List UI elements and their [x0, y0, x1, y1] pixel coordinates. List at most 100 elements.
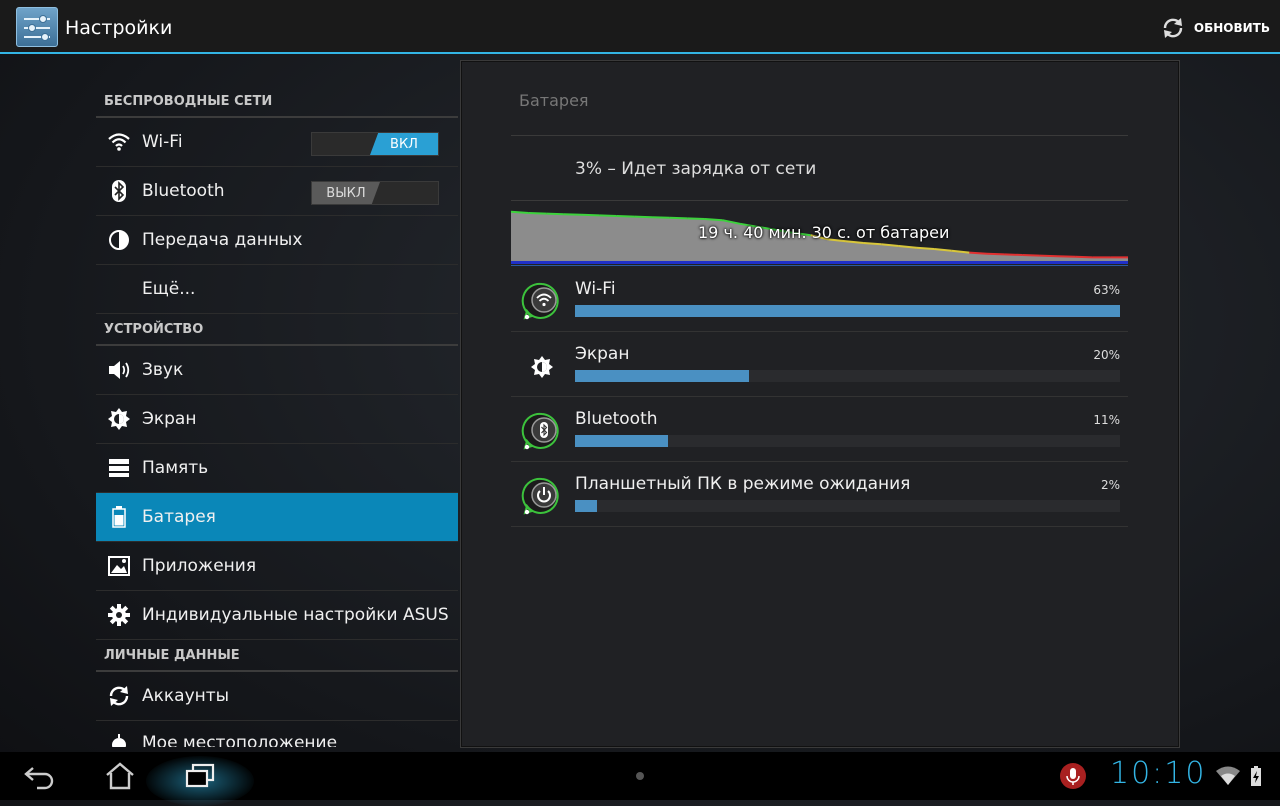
usage-bar-track — [575, 305, 1120, 317]
home-button[interactable] — [100, 752, 140, 800]
usage-name: Экран — [575, 344, 630, 364]
sidebar-item-more[interactable]: Ещё... — [96, 265, 458, 314]
sidebar-item-label: Bluetooth — [142, 181, 225, 201]
bluetooth-icon — [521, 412, 559, 450]
battery-graph-segment — [511, 210, 529, 214]
battery-graph-segment — [704, 218, 723, 222]
battery-icon — [96, 506, 142, 528]
usage-bar — [575, 500, 597, 512]
battery-graph-segment — [651, 216, 670, 219]
status-clock[interactable]: 10:10 — [1110, 756, 1206, 791]
usage-item-standby[interactable]: Планшетный ПК в режиме ожидания 2% — [511, 462, 1128, 527]
location-icon — [96, 733, 142, 747]
battery-graph-segment — [634, 215, 653, 219]
wifi-icon — [521, 282, 559, 320]
battery-graph-segment — [581, 213, 600, 217]
sidebar-item-label: Батарея — [142, 507, 216, 527]
apps-icon — [96, 555, 142, 577]
gear-icon — [96, 603, 142, 627]
usage-name: Планшетный ПК в режиме ожидания — [575, 474, 911, 494]
brightness-icon — [531, 356, 553, 378]
usage-percent: 2% — [1100, 478, 1120, 492]
section-header-wireless: БЕСПРОВОДНЫЕ СЕТИ — [96, 86, 458, 118]
battery-graph-segment — [599, 214, 617, 217]
settings-list: БЕСПРОВОДНЫЕ СЕТИ Wi-Fi ВКЛ Bluetooth ВЫ… — [96, 86, 458, 747]
sidebar-item-wifi[interactable]: Wi-Fi ВКЛ — [96, 118, 458, 167]
battery-graph-segment — [969, 251, 988, 255]
usage-bar-track — [575, 500, 1120, 512]
battery-panel: Батарея 3% – Идет зарядка от сети 19 ч. … — [460, 60, 1180, 748]
battery-graph-segment — [687, 217, 705, 220]
sidebar-item-label: Wi-Fi — [142, 132, 183, 152]
sidebar-item-memory[interactable]: Память — [96, 444, 458, 493]
recents-icon — [185, 763, 215, 788]
usage-item-wifi[interactable]: Wi-Fi 63% — [511, 267, 1128, 332]
usage-name: Bluetooth — [575, 409, 658, 429]
panel-title: Батарея — [519, 91, 589, 110]
page-indicator-dot — [632, 752, 648, 800]
battery-graph-segment — [528, 212, 547, 215]
sidebar-item-label: Аккаунты — [142, 686, 230, 706]
sidebar-item-screen[interactable]: Экран — [96, 395, 458, 444]
usage-item-bluetooth[interactable]: Bluetooth 11% — [511, 397, 1128, 462]
usage-bar — [575, 435, 668, 447]
sidebar-item-asus[interactable]: Индивидуальные настройки ASUS — [96, 591, 458, 640]
battery-graph-segment — [1022, 254, 1040, 257]
sidebar-item-label: Индивидуальные настройки ASUS — [142, 605, 449, 625]
charging-strip — [511, 261, 1128, 264]
battery-graph-segment — [546, 212, 564, 216]
usage-percent: 20% — [1093, 348, 1120, 362]
sidebar-item-location[interactable]: Мое местоположение — [96, 721, 458, 747]
sidebar-item-accounts[interactable]: Аккаунты — [96, 672, 458, 721]
sidebar-item-label: Ещё... — [142, 279, 196, 299]
awake-strip — [511, 265, 1128, 266]
sidebar-item-sound[interactable]: Звук — [96, 346, 458, 395]
sidebar-item-label: Экран — [142, 409, 197, 429]
battery-graph-segment — [1075, 255, 1093, 259]
storage-icon — [96, 458, 142, 478]
recents-button[interactable] — [180, 752, 220, 800]
usage-bar-track — [575, 370, 1120, 382]
back-button[interactable] — [20, 752, 60, 800]
sidebar-item-bluetooth[interactable]: Bluetooth ВЫКЛ — [96, 167, 458, 216]
wifi-status-icon — [1214, 752, 1242, 800]
battery-graph-segment — [1057, 255, 1076, 258]
battery-graph-segment — [616, 215, 635, 218]
app-title: Настройки — [65, 17, 173, 39]
sidebar-item-battery[interactable]: Батарея — [96, 493, 458, 542]
brightness-icon — [96, 407, 142, 431]
battery-graph-segment — [1039, 254, 1058, 258]
wifi-toggle[interactable]: ВКЛ — [311, 132, 439, 156]
battery-graph-segment — [1004, 253, 1023, 256]
microphone-icon — [1060, 763, 1086, 789]
action-bar: Настройки ОБНОВИТЬ — [0, 0, 1280, 54]
sidebar-item-label: Память — [142, 458, 209, 478]
sidebar-item-apps[interactable]: Приложения — [96, 542, 458, 591]
usage-percent: 63% — [1093, 283, 1120, 297]
usage-bar-track — [575, 435, 1120, 447]
divider — [511, 135, 1128, 136]
battery-graph-segment — [563, 213, 582, 216]
usage-percent: 11% — [1093, 413, 1120, 427]
power-icon — [521, 477, 559, 515]
sync-icon — [96, 684, 142, 708]
battery-graph-segment — [669, 216, 688, 220]
bluetooth-toggle[interactable]: ВЫКЛ — [311, 181, 439, 205]
voice-search-button[interactable] — [1058, 752, 1088, 800]
battery-status-icon — [1246, 752, 1266, 800]
sidebar-item-label: Приложения — [142, 556, 257, 576]
settings-app-icon[interactable] — [16, 7, 58, 47]
battery-graph-segment — [863, 242, 882, 246]
usage-bar — [575, 370, 750, 382]
refresh-label: ОБНОВИТЬ — [1193, 21, 1270, 35]
sidebar-item-data-usage[interactable]: Передача данных — [96, 216, 458, 265]
refresh-icon — [1163, 18, 1183, 38]
home-icon — [106, 762, 134, 790]
battery-graph-label: 19 ч. 40 мин. 30 с. от батареи — [698, 223, 950, 242]
sidebar-item-label: Передача данных — [142, 230, 303, 250]
battery-graph-segment — [916, 246, 935, 250]
refresh-button[interactable]: ОБНОВИТЬ — [1160, 14, 1270, 42]
toggle-on-label: ВКЛ — [370, 133, 438, 155]
data-usage-icon — [96, 229, 142, 251]
usage-item-screen[interactable]: Экран 20% — [511, 332, 1128, 397]
